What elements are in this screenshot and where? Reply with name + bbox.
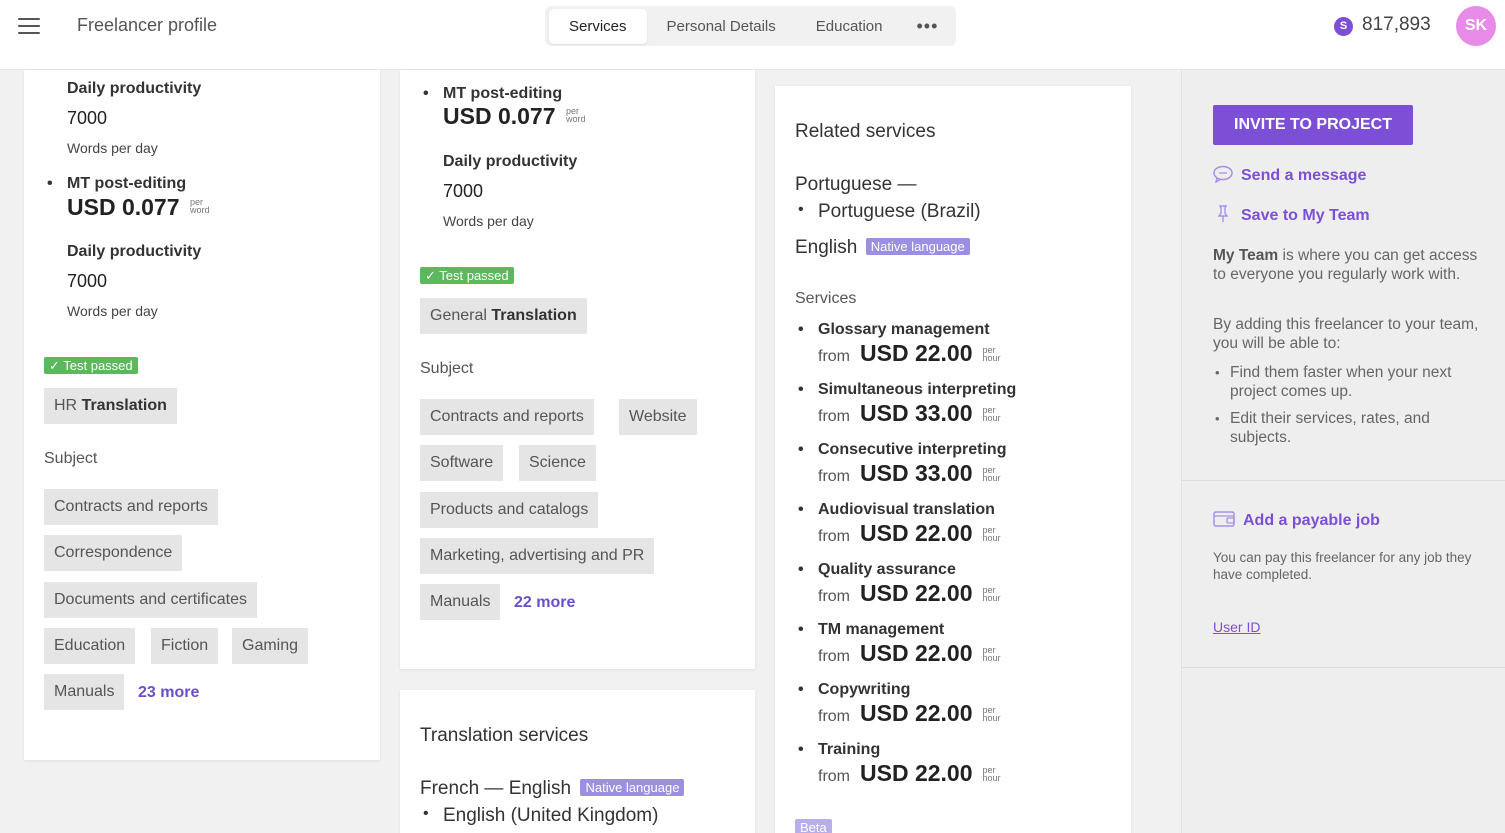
right-sidebar: INVITE TO PROJECT Send a message Save to… (1181, 70, 1505, 833)
payable-job-description: You can pay this freelancer for any job … (1213, 550, 1472, 582)
invite-to-project-button[interactable]: INVITE TO PROJECT (1213, 105, 1413, 145)
chat-icon (1213, 165, 1233, 184)
subject-tag: Contracts and reports (420, 399, 594, 435)
my-team-description: My Team is where you can get access to e… (1213, 247, 1478, 283)
service-name: Copywriting (798, 681, 911, 699)
service-name: Simultaneous interpreting (798, 381, 1016, 399)
related-services-title: Related services (795, 121, 936, 142)
language-pair: French — English Native language (420, 778, 685, 800)
service-card-general-translation: MT post-editing USD 0.077 perword Daily … (400, 70, 755, 669)
subject-tag: Manuals (420, 584, 501, 620)
tab-personal-details[interactable]: Personal Details (647, 9, 796, 44)
service-card-hr-translation: Daily productivity 7000 Words per day MT… (24, 70, 380, 760)
productivity-value: 7000 (443, 181, 484, 201)
translation-services-title: Translation services (420, 725, 589, 746)
subject-tag: Fiction (151, 628, 219, 664)
productivity-value: 7000 (67, 108, 108, 128)
tab-bar: Services Personal Details Education ••• (545, 6, 957, 46)
native-language-badge: Native language (865, 238, 970, 255)
avatar[interactable]: SK (1456, 6, 1496, 46)
benefit-item: Find them faster when your next project … (1213, 363, 1488, 401)
mt-price: USD 0.077 per word (443, 103, 586, 129)
beta-badge: Beta (795, 819, 832, 833)
target-language: Portuguese (Brazil) (798, 201, 981, 223)
productivity-label: Daily productivity (443, 153, 578, 170)
service-price: from USD 33.00 per hour (818, 400, 1001, 426)
send-message-link[interactable]: Send a message (1213, 165, 1366, 185)
services-title: Services (795, 290, 857, 307)
add-payable-job-link[interactable]: Add a payable job (1213, 510, 1380, 530)
service-name: Audiovisual translation (798, 501, 995, 519)
subject-title: Subject (420, 360, 474, 377)
service-price: from USD 22.00 per hour (818, 700, 1001, 726)
subject-tag: Contracts and reports (44, 489, 218, 525)
subject-tag: Documents and certificates (44, 582, 257, 618)
subject-tag: Science (519, 445, 596, 481)
benefits-list: Find them faster when your next project … (1213, 363, 1488, 455)
native-language-badge: Native language (580, 779, 685, 796)
service-name: Glossary management (798, 321, 990, 339)
balance-coin-icon: S (1334, 17, 1353, 36)
mt-post-editing-label: MT post-editing (47, 175, 186, 193)
productivity-label: Daily productivity (67, 243, 202, 260)
subject-tag: Software (420, 445, 504, 481)
menu-icon[interactable] (18, 18, 40, 36)
service-name: Quality assurance (798, 561, 956, 579)
more-subjects-link[interactable]: 22 more (514, 594, 575, 612)
subject-tag: Manuals (44, 674, 125, 710)
productivity-unit: Words per day (443, 213, 534, 229)
mt-price: USD 0.077 per word (67, 194, 210, 220)
user-id-link[interactable]: User ID (1213, 619, 1260, 635)
subject-tag: Marketing, advertising and PR (420, 538, 655, 574)
productivity-unit: Words per day (67, 140, 158, 156)
test-passed-badge: ✓ Test passed (420, 267, 514, 285)
adding-description: By adding this freelancer to your team, … (1213, 316, 1479, 352)
service-price: from USD 22.00 per hour (818, 760, 1001, 786)
productivity-label: Daily productivity (67, 80, 202, 97)
subject-tag: Education (44, 628, 136, 664)
service-name: Consecutive interpreting (798, 441, 1007, 459)
related-services-card: Related services Portuguese — Portuguese… (775, 86, 1131, 833)
service-price: from USD 22.00 per hour (818, 580, 1001, 606)
divider (1182, 480, 1505, 481)
service-price: from USD 22.00 per hour (818, 520, 1001, 546)
target-language: English (United Kingdom) (423, 805, 658, 827)
source-language: Portuguese — (795, 174, 917, 195)
page-title: Freelancer profile (77, 15, 218, 35)
top-header: Freelancer profile Services Personal Det… (0, 0, 1505, 70)
service-tag: HR Translation (44, 388, 177, 424)
test-passed-badge: ✓ Test passed (44, 357, 138, 375)
language-english: English Native language (795, 237, 970, 259)
divider (1182, 667, 1505, 668)
subject-title: Subject (44, 450, 98, 467)
more-tabs-icon[interactable]: ••• (902, 16, 952, 37)
service-price: from USD 33.00 per hour (818, 460, 1001, 486)
balance-amount: 817,893 (1362, 14, 1431, 35)
service-price: from USD 22.00 per hour (818, 340, 1001, 366)
subject-tag: Gaming (232, 628, 309, 664)
benefit-item: Edit their services, rates, and subjects… (1213, 409, 1488, 447)
subject-tag: Products and catalogs (420, 492, 599, 528)
save-to-team-link[interactable]: Save to My Team (1213, 205, 1370, 225)
mt-post-editing-label: MT post-editing (423, 85, 562, 103)
pin-icon (1217, 205, 1229, 222)
productivity-unit: Words per day (67, 303, 158, 319)
subject-tag: Correspondence (44, 535, 183, 571)
service-price: from USD 22.00 per hour (818, 640, 1001, 666)
productivity-value: 7000 (67, 271, 108, 291)
subject-tag: Website (619, 399, 697, 435)
tab-education[interactable]: Education (796, 9, 903, 44)
service-name: Training (798, 741, 880, 759)
more-subjects-link[interactable]: 23 more (138, 684, 199, 702)
tab-services[interactable]: Services (549, 8, 647, 44)
service-tag: General Translation (420, 298, 587, 334)
service-name: TM management (798, 621, 944, 639)
translation-services-card: Translation services French — English Na… (400, 690, 755, 833)
wallet-icon (1213, 511, 1235, 527)
